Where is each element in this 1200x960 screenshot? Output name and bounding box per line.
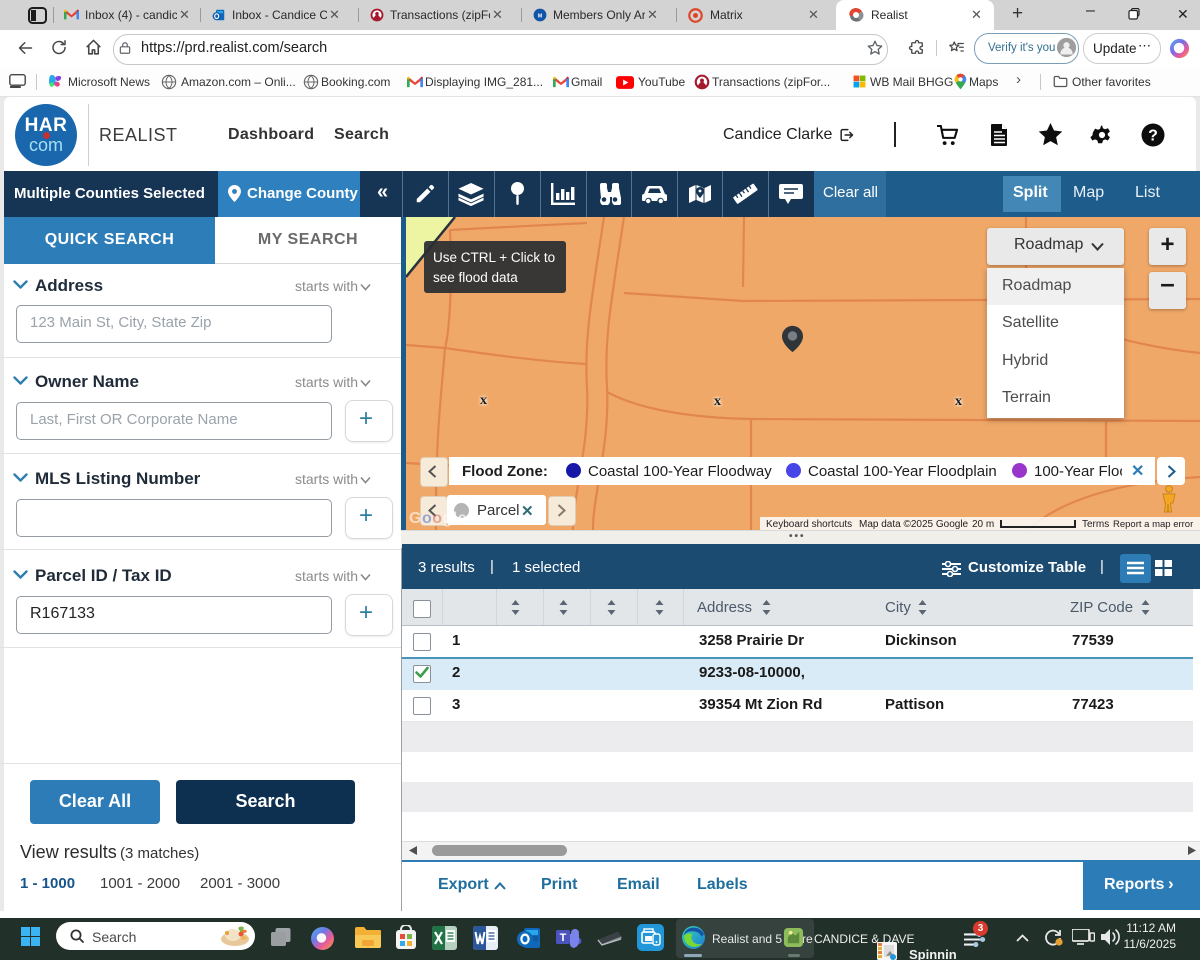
svg-text:M: M <box>538 13 543 19</box>
svg-text:?: ? <box>1148 128 1158 145</box>
svg-text:T: T <box>560 932 567 944</box>
